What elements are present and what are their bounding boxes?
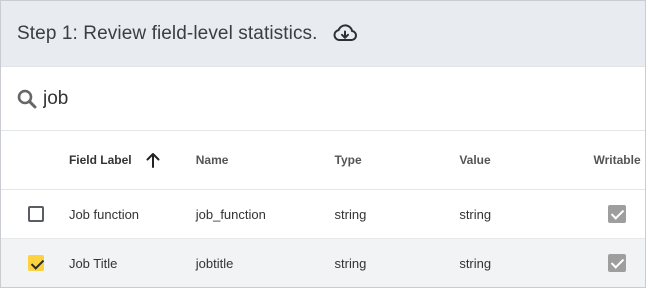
column-header-writable[interactable]: Writable xyxy=(589,153,645,167)
cloud-download-icon[interactable] xyxy=(332,23,358,45)
search-icon xyxy=(17,89,37,109)
name-cell: job_function xyxy=(195,206,266,222)
row-checkbox-cell xyxy=(1,206,69,222)
row-checkbox-checked[interactable] xyxy=(28,255,44,271)
panel-header: Step 1: Review field-level statistics. xyxy=(1,1,645,67)
page-title: Step 1: Review field-level statistics. xyxy=(17,22,318,44)
review-fields-panel: Step 1: Review field-level statistics. F… xyxy=(0,0,646,288)
writable-cell xyxy=(589,205,645,223)
column-header-name[interactable]: Name xyxy=(196,153,335,167)
type-cell: string xyxy=(334,255,367,271)
value-cell: string xyxy=(459,255,492,271)
column-header-type[interactable]: Type xyxy=(335,153,460,167)
writable-cell xyxy=(589,254,645,272)
search-input[interactable] xyxy=(43,87,603,110)
row-checkbox[interactable] xyxy=(28,206,44,222)
table-row: Job function job_function string string xyxy=(1,190,645,239)
row-checkbox-cell xyxy=(1,255,69,271)
table-header: Field Label Name Type Value Writable xyxy=(1,131,645,190)
name-cell: jobtitle xyxy=(195,255,234,271)
type-cell: string xyxy=(334,206,367,222)
value-cell: string xyxy=(459,206,492,222)
field-label-cell: Job function xyxy=(68,206,140,222)
writable-checkbox-disabled xyxy=(608,205,627,223)
column-header-field-label-text: Field Label xyxy=(68,153,132,167)
table-row: Job Title jobtitle string string xyxy=(1,239,645,287)
writable-checkbox-disabled xyxy=(608,254,627,272)
sort-ascending-icon[interactable] xyxy=(144,151,162,169)
column-header-value[interactable]: Value xyxy=(459,153,589,167)
field-label-cell: Job Title xyxy=(68,255,118,271)
search-bar xyxy=(1,67,645,131)
column-header-field-label[interactable]: Field Label xyxy=(69,151,196,169)
